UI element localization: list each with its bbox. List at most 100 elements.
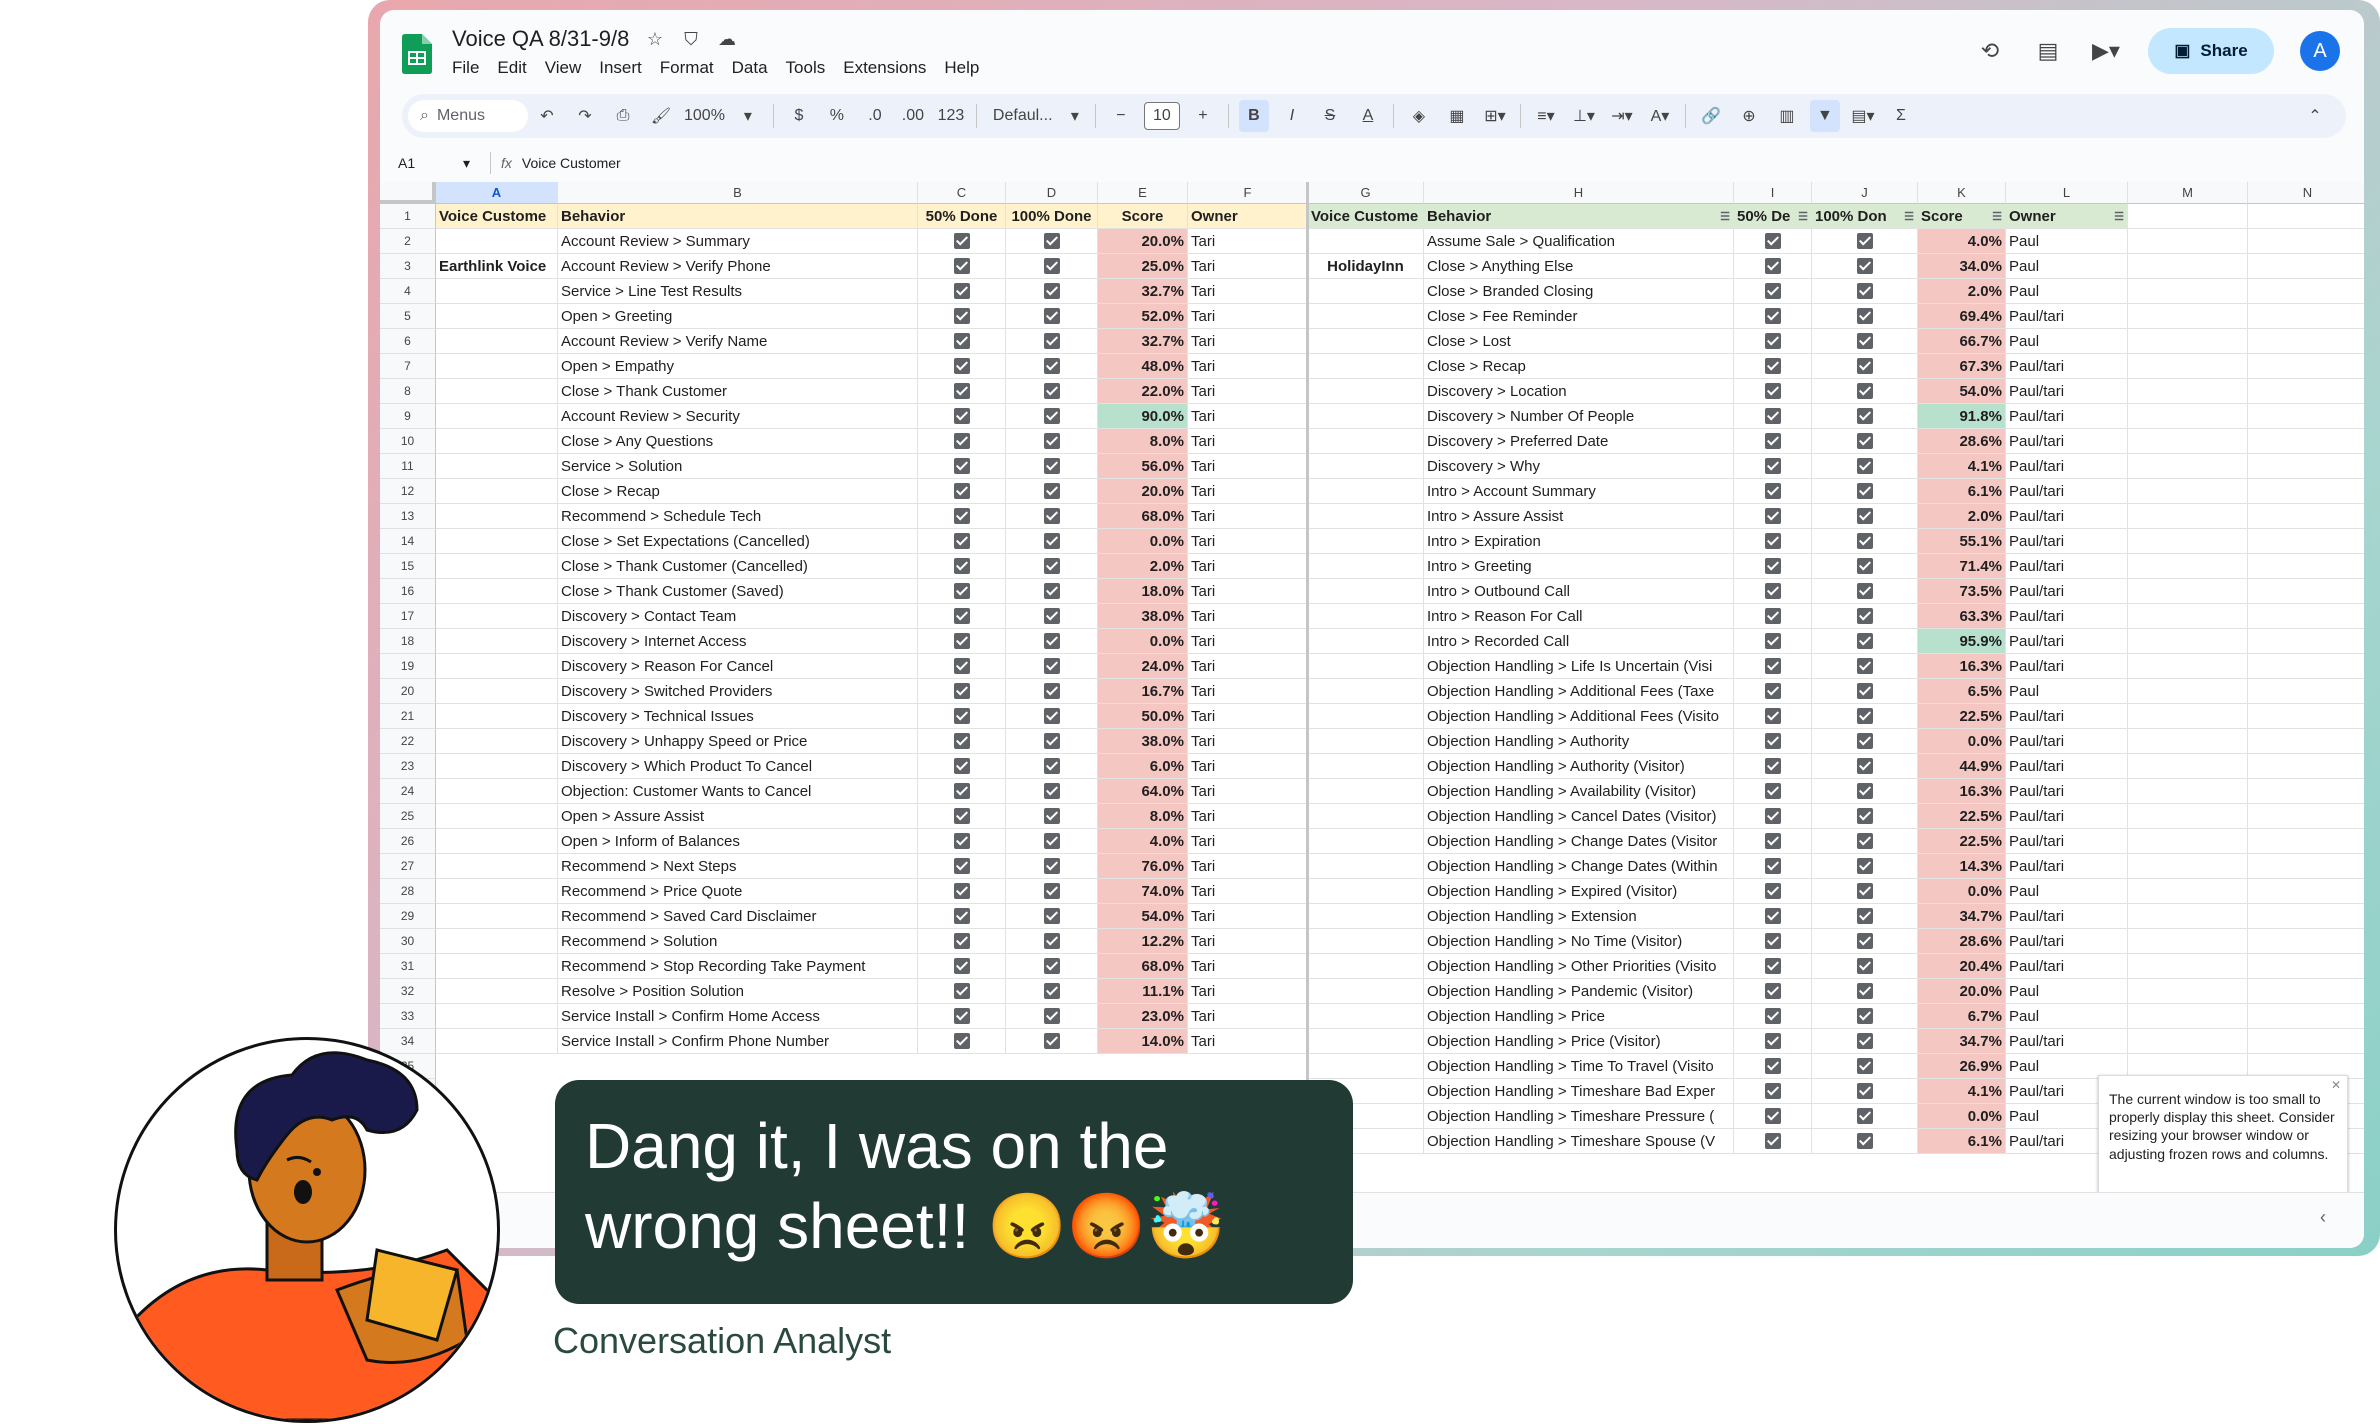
left-cell-c[interactable] [918,904,1006,929]
right-cell-g[interactable] [1308,879,1424,904]
left-cell-f[interactable]: Tari [1188,979,1308,1004]
empty-cell[interactable] [2128,229,2248,254]
empty-cell[interactable] [2248,754,2364,779]
right-cell-l[interactable]: Paul [2006,229,2128,254]
empty-cell[interactable] [2128,504,2248,529]
right-cell-h[interactable]: Intro > Reason For Call [1424,604,1734,629]
left-cell-f[interactable]: Tari [1188,529,1308,554]
empty-cell[interactable] [2128,729,2248,754]
left-cell-c[interactable] [918,454,1006,479]
right-cell-g[interactable] [1308,854,1424,879]
right-cell-h[interactable]: Objection Handling > Timeshare Bad Exper [1424,1079,1734,1104]
right-cell-h[interactable]: Objection Handling > Time To Travel (Vis… [1424,1054,1734,1079]
left-cell-b[interactable]: Discovery > Contact Team [558,604,918,629]
left-cell-f[interactable]: Tari [1188,779,1308,804]
left-cell-e[interactable]: 20.0% [1098,479,1188,504]
empty-cell[interactable] [2248,954,2364,979]
left-cell-b[interactable]: Service > Solution [558,454,918,479]
left-cell-b[interactable]: Service Install > Confirm Home Access [558,1004,918,1029]
right-cell-h[interactable]: Close > Lost [1424,329,1734,354]
left-cell-c[interactable] [918,479,1006,504]
right-cell-l[interactable]: Paul/tari [2006,654,2128,679]
left-cell-e[interactable]: 48.0% [1098,354,1188,379]
right-cell-i[interactable] [1734,604,1812,629]
row-header[interactable]: 19 [380,654,436,679]
left-cell-b[interactable]: Recommend > Saved Card Disclaimer [558,904,918,929]
left-cell-b[interactable]: Discovery > Reason For Cancel [558,654,918,679]
right-cell-i[interactable] [1734,429,1812,454]
left-cell-f[interactable]: Tari [1188,279,1308,304]
right-cell-k[interactable]: 22.5% [1918,829,2006,854]
left-cell-f[interactable]: Tari [1188,254,1308,279]
right-cell-k[interactable]: 34.7% [1918,1029,2006,1054]
right-cell-j[interactable] [1812,454,1918,479]
right-cell-g[interactable] [1308,404,1424,429]
column-header-g[interactable]: G [1308,182,1424,204]
left-cell-d[interactable] [1006,504,1098,529]
font-size-decrease-icon[interactable]: − [1106,100,1136,132]
column-header-l[interactable]: L [2006,182,2128,204]
left-cell-f[interactable]: Tari [1188,654,1308,679]
left-cell-d[interactable] [1006,629,1098,654]
menu-tools[interactable]: Tools [786,58,826,78]
empty-cell[interactable] [2128,704,2248,729]
left-cell-a[interactable] [436,929,558,954]
increase-decimal-button[interactable]: .00 [898,100,928,132]
text-rotation-icon[interactable]: A▾ [1645,100,1675,132]
left-cell-b[interactable]: Account Review > Verify Name [558,329,918,354]
right-cell-l[interactable]: Paul [2006,254,2128,279]
row-header[interactable]: 26 [380,829,436,854]
right-cell-j[interactable] [1812,1129,1918,1154]
left-cell-f[interactable]: Tari [1188,679,1308,704]
right-cell-k[interactable]: 71.4% [1918,554,2006,579]
left-cell-a[interactable] [436,629,558,654]
left-cell-c[interactable] [918,804,1006,829]
right-cell-l[interactable]: Paul/tari [2006,704,2128,729]
right-cell-h[interactable]: Intro > Expiration [1424,529,1734,554]
right-cell-k[interactable]: 6.7% [1918,1004,2006,1029]
spreadsheet-grid[interactable]: A B C D E F G H I J K L M N 1 Voice Custome Behavior 50% … [380,182,2364,1192]
empty-cell[interactable] [2248,629,2364,654]
left-cell-e[interactable]: 74.0% [1098,879,1188,904]
left-cell-b[interactable]: Discovery > Unhappy Speed or Price [558,729,918,754]
empty-cell[interactable] [2128,829,2248,854]
right-cell-i[interactable] [1734,754,1812,779]
italic-icon[interactable]: I [1277,100,1307,132]
right-cell-h[interactable]: Objection Handling > Additional Fees (Vi… [1424,704,1734,729]
left-cell-b[interactable]: Service Install > Confirm Phone Number [558,1029,918,1054]
left-cell-c[interactable] [918,704,1006,729]
right-cell-h[interactable]: Discovery > Preferred Date [1424,429,1734,454]
right-cell-j[interactable] [1812,1104,1918,1129]
left-cell-a[interactable] [436,654,558,679]
left-cell-d[interactable]: 100% Done [1006,204,1098,229]
right-cell-j[interactable] [1812,404,1918,429]
right-cell-k[interactable]: 95.9% [1918,629,2006,654]
row-header[interactable]: 3 [380,254,436,279]
left-cell-d[interactable] [1006,729,1098,754]
vertical-align-icon[interactable]: ⊥▾ [1569,100,1599,132]
left-cell-a[interactable] [436,229,558,254]
left-cell-d[interactable] [1006,554,1098,579]
menu-data[interactable]: Data [732,58,768,78]
filter-icon[interactable]: ☰ [1992,210,2002,223]
left-cell-d[interactable] [1006,679,1098,704]
left-cell-a[interactable] [436,279,558,304]
right-cell-g[interactable] [1308,454,1424,479]
hide-menus-chevron-icon[interactable]: ⌃ [2300,100,2330,132]
left-cell-a[interactable] [436,329,558,354]
row-header[interactable]: 11 [380,454,436,479]
empty-cell[interactable] [2248,479,2364,504]
right-cell-k[interactable]: 44.9% [1918,754,2006,779]
left-cell-a[interactable]: Earthlink Voice [436,254,558,279]
select-all-corner[interactable] [380,182,436,204]
right-cell-k[interactable]: 6.1% [1918,479,2006,504]
empty-cell[interactable] [2248,554,2364,579]
right-cell-i[interactable] [1734,279,1812,304]
right-cell-k[interactable]: 16.3% [1918,779,2006,804]
left-cell-d[interactable] [1006,879,1098,904]
left-cell-d[interactable] [1006,1004,1098,1029]
font-size-input[interactable]: 10 [1143,102,1180,130]
right-cell-g[interactable] [1308,579,1424,604]
right-cell-h[interactable]: Intro > Recorded Call [1424,629,1734,654]
right-cell-l[interactable]: Paul/tari [2006,854,2128,879]
